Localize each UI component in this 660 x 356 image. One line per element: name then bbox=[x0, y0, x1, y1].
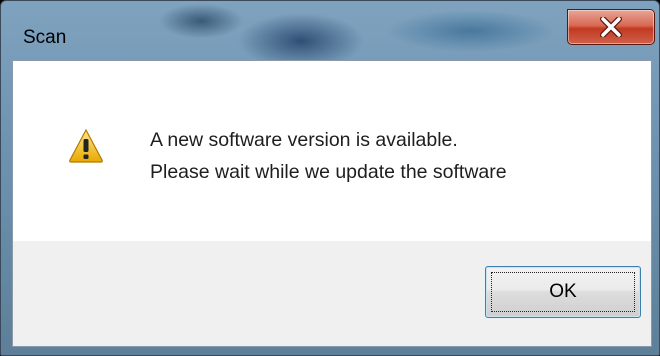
warning-icon bbox=[68, 128, 104, 164]
message-text: A new software version is available. Ple… bbox=[150, 124, 507, 188]
close-icon bbox=[600, 17, 622, 37]
message-area: A new software version is available. Ple… bbox=[13, 61, 651, 241]
title-bar[interactable]: Scan bbox=[1, 1, 659, 59]
close-button[interactable] bbox=[567, 9, 655, 45]
ok-button[interactable]: OK bbox=[485, 266, 641, 318]
ok-button-label: OK bbox=[549, 281, 577, 302]
dialog-body: A new software version is available. Ple… bbox=[12, 60, 652, 347]
window-title: Scan bbox=[23, 27, 67, 48]
dialog-window: Scan A new software version is available… bbox=[0, 0, 660, 356]
message-line-2: Please wait while we update the software bbox=[150, 161, 507, 183]
message-line-1: A new software version is available. bbox=[150, 129, 458, 151]
